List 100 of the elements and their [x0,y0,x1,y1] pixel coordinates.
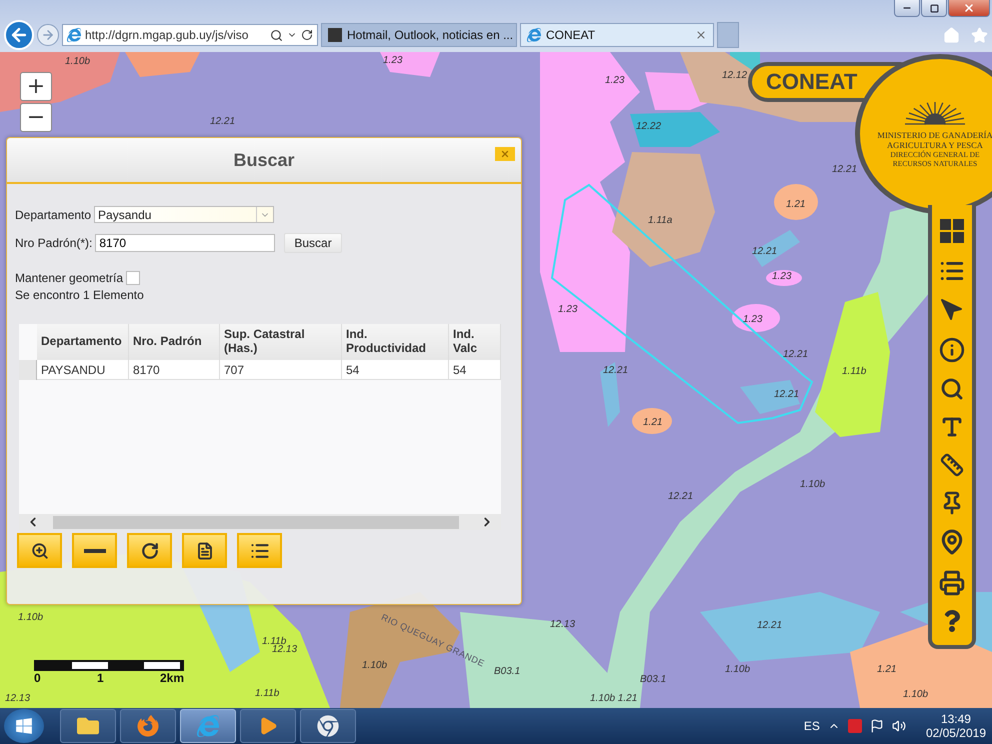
soil-unit-label: 12.21 [832,164,858,175]
ie-logo-icon [67,28,81,42]
address-bar[interactable]: http://dgrn.mgap.gub.uy/js/viso [62,24,318,46]
soil-area [766,270,802,286]
department-select[interactable]: Paysandu [94,206,274,223]
ruler-icon [940,453,964,478]
search-icon [940,376,964,401]
close-tab-icon[interactable] [695,29,707,41]
soil-area [732,304,780,332]
scrollbar-thumb[interactable] [53,516,459,528]
column-header[interactable]: Departamento [37,324,129,360]
ministry-text: AGRICULTURA Y PESCA [887,141,983,150]
grid-icon [939,218,965,244]
info-icon [939,336,965,363]
print-button[interactable] [939,570,965,596]
refresh-button[interactable] [127,533,172,568]
search-button[interactable]: Buscar [284,233,342,253]
ie-logo-icon [527,28,541,42]
soil-unit-label: 12.21 [783,349,808,360]
navigation-arrow-icon [940,298,964,322]
logo-text: CONEAT [766,69,858,95]
field-label: Nro Padrón(*): [15,236,92,250]
zoom-in-button[interactable]: + [20,72,52,101]
measure-button[interactable] [940,453,964,478]
taskbar-app[interactable] [60,709,116,743]
soil-unit-label: 1.11b [255,688,280,699]
soil-area [752,230,800,267]
table-cell: 707 [220,360,342,380]
soil-unit-label: 12.22 [636,121,662,132]
zoom-to-button[interactable] [17,533,62,568]
dialog-title: Buscar [233,150,295,170]
result-text: Se encontro 1 Elemento [15,288,145,302]
table-cell: PAYSANDU [37,360,129,380]
document-button[interactable] [182,533,227,568]
soil-unit-label: 1.10b [18,612,44,623]
column-header[interactable]: Ind. Valc [449,324,501,360]
taskbar-app[interactable] [120,709,176,743]
column-header[interactable]: Nro. Padrón [129,324,220,360]
zoom-in-icon [30,542,48,560]
language-indicator[interactable]: ES [804,719,820,733]
home-icon [943,26,960,44]
maximize-button[interactable] [921,0,947,17]
zoom-out-button[interactable]: − [20,103,52,132]
soil-unit-label: 1.23 [383,55,402,66]
scale-label: 2km [160,671,184,685]
soil-area [740,380,800,414]
soil-area [632,408,672,434]
map-pin-icon [939,529,965,556]
search-icon [270,28,283,42]
browser-tab[interactable]: CONEAT [520,23,714,47]
chrome-logo-icon [317,715,339,737]
refresh-icon [140,542,158,560]
taskbar-app[interactable] [300,709,356,743]
browser-tab[interactable]: Hotmail, Outlook, noticias en ... [321,23,517,47]
column-header[interactable]: Ind. Productividad [342,324,449,360]
scale-label: 0 [34,671,41,685]
table-cell: 54 [342,360,449,380]
layers-button[interactable] [939,218,965,244]
clock[interactable]: 13:49 02/05/2019 [926,712,986,740]
soil-unit-label: 12.21 [210,116,236,127]
clear-button[interactable] [72,533,117,568]
soil-unit-label: 1.10b [800,479,826,490]
column-header[interactable]: Sup. Catastral (Has.) [220,324,342,360]
soil-unit-label: 1.11b [842,366,866,377]
soil-unit-label: 1.21 [643,417,662,428]
close-button[interactable] [495,147,515,161]
soil-unit-label: 1.10b [903,689,928,700]
parcel-number-field[interactable]: 8170 [95,234,276,252]
soil-unit-label: 12.21 [757,620,782,631]
info-button[interactable] [939,336,965,363]
soil-unit-label: 1.23 [558,304,578,315]
soil-area [774,184,818,220]
search-button[interactable] [940,376,964,401]
flag-icon[interactable] [870,719,884,733]
locate-button[interactable] [940,298,964,322]
close-icon [963,2,975,14]
soil-unit-label: 1.21 [786,199,806,210]
list-button[interactable] [237,533,282,568]
checkbox-label: Mantener geometría [15,271,124,285]
forward-arrow-icon [41,28,55,42]
start-button[interactable] [4,709,44,743]
refresh-icon [301,29,313,41]
place-button[interactable] [939,529,965,556]
windows-logo-icon [15,717,33,735]
soil-unit-label: 12.13 [272,644,298,655]
volume-icon[interactable] [892,719,906,733]
back-button[interactable] [4,20,34,50]
soil-unit-label: 12.12 [722,70,748,81]
keep-geometry-checkbox[interactable] [126,271,140,285]
taskbar-app[interactable] [240,709,296,743]
soil-unit-label: 12.21 [668,491,694,502]
star-icon [971,26,988,44]
close-icon [500,149,510,159]
labels-button[interactable] [940,414,964,439]
minus-icon [84,548,106,552]
close-button[interactable] [948,0,990,17]
soil-unit-label: B03.1 [494,666,520,677]
soil-unit-label: 1.10b 1.21 [590,693,638,704]
ie-logo-icon [197,715,219,737]
scale-label: 1 [96,671,104,685]
